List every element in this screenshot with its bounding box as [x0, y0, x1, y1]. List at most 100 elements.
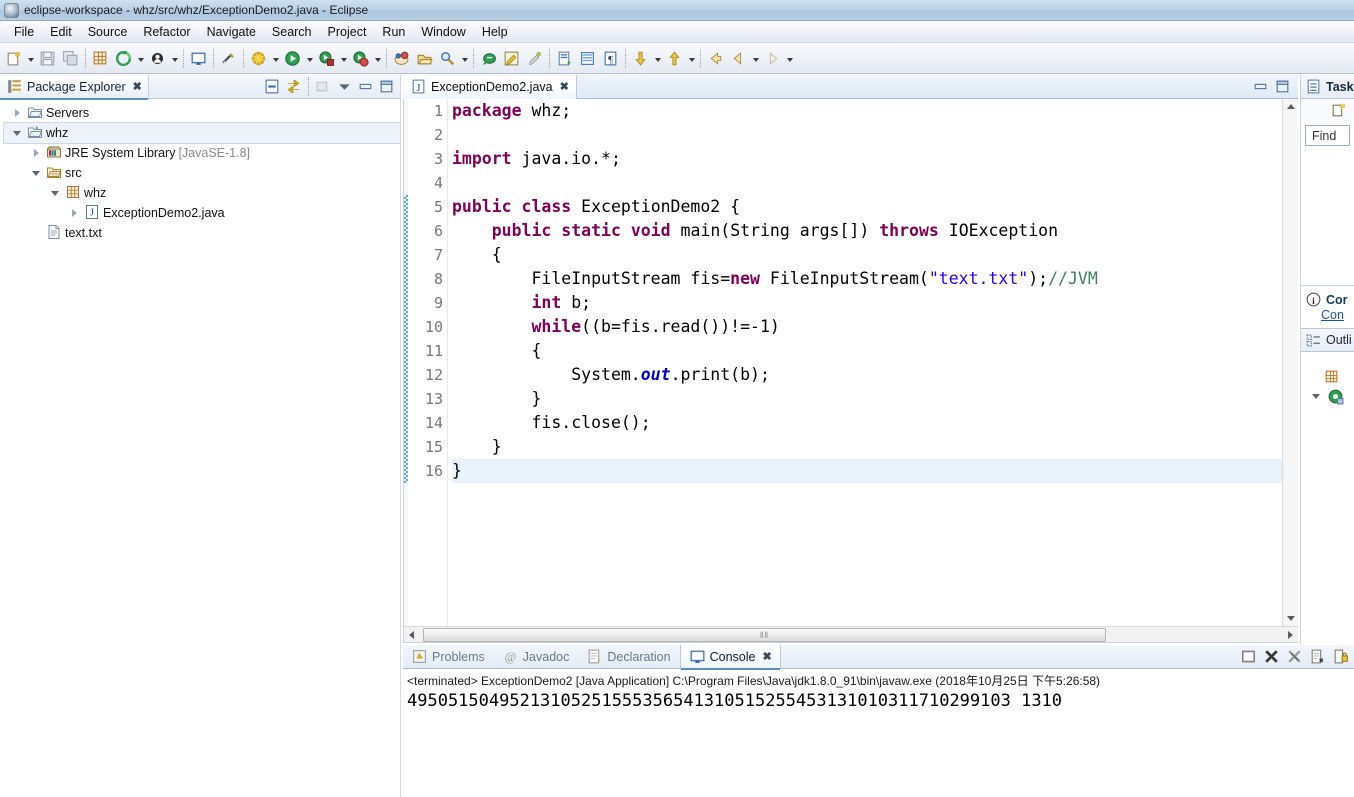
- chevron-down-icon[interactable]: [338, 47, 349, 70]
- tab-console[interactable]: Console ✖: [679, 644, 781, 670]
- menu-item-file[interactable]: File: [6, 23, 42, 41]
- chevron-right-icon[interactable]: [10, 105, 24, 121]
- chevron-down-icon[interactable]: [459, 47, 470, 70]
- chevron-down-icon[interactable]: [750, 47, 761, 70]
- chevron-down-icon[interactable]: [169, 47, 180, 70]
- skip-breakpoints-icon[interactable]: [146, 47, 169, 70]
- open-console-icon[interactable]: [187, 47, 210, 70]
- outline-row-class[interactable]: [1301, 386, 1354, 406]
- task-find-input[interactable]: Find: [1305, 125, 1350, 146]
- focus-on-active-task-icon[interactable]: [314, 77, 333, 96]
- menu-item-project[interactable]: Project: [320, 23, 375, 41]
- scroll-left-icon[interactable]: [404, 627, 419, 642]
- table-icon[interactable]: [576, 47, 599, 70]
- hscroll-track[interactable]: ‖‖: [419, 627, 1283, 642]
- run-icon[interactable]: [281, 47, 304, 70]
- tree-item-jre-system-library[interactable]: JRE System Library [JavaSE-1.8]: [4, 143, 400, 163]
- new-java-package-icon[interactable]: [89, 47, 112, 70]
- new-wizard-icon[interactable]: [2, 47, 25, 70]
- remove-all-terminated-icon[interactable]: [1285, 647, 1304, 666]
- open-type-icon[interactable]: [413, 47, 436, 70]
- search-icon[interactable]: [436, 47, 459, 70]
- chevron-right-icon[interactable]: [29, 145, 43, 161]
- editor-horizontal-scrollbar[interactable]: ‖‖: [404, 626, 1298, 642]
- new-xml-icon[interactable]: [553, 47, 576, 70]
- menu-item-search[interactable]: Search: [264, 23, 320, 41]
- code-text-area[interactable]: package whz; import java.io.*; public cl…: [452, 99, 1282, 626]
- previous-annotation-icon[interactable]: [663, 47, 686, 70]
- menu-item-navigate[interactable]: Navigate: [199, 23, 264, 41]
- tab-exceptiondemo2-java[interactable]: J ExceptionDemo2.java ✖: [403, 74, 577, 99]
- chevron-down-icon[interactable]: [25, 47, 36, 70]
- tree-item-whz[interactable]: whz: [3, 122, 401, 144]
- chevron-down-icon[interactable]: [270, 47, 281, 70]
- save-all-icon[interactable]: [59, 47, 82, 70]
- display-selected-console-icon[interactable]: [1239, 647, 1258, 666]
- link-with-editor-icon[interactable]: [284, 77, 303, 96]
- debug-icon[interactable]: [247, 47, 270, 70]
- chevron-down-icon[interactable]: [29, 165, 43, 181]
- new-task-icon[interactable]: [1329, 101, 1348, 120]
- open-task-icon[interactable]: [477, 47, 500, 70]
- task-list-header[interactable]: Task: [1301, 75, 1354, 99]
- chevron-down-icon[interactable]: [135, 47, 146, 70]
- coverage-icon[interactable]: [349, 47, 372, 70]
- menu-item-source[interactable]: Source: [80, 23, 136, 41]
- menu-item-window[interactable]: Window: [413, 23, 473, 41]
- chevron-down-icon[interactable]: [48, 185, 62, 201]
- back-icon[interactable]: [704, 47, 727, 70]
- terminate-icon[interactable]: [1262, 647, 1281, 666]
- minimize-icon[interactable]: [1251, 77, 1270, 96]
- scroll-right-icon[interactable]: [1283, 627, 1298, 642]
- chevron-down-icon[interactable]: [652, 47, 663, 70]
- menu-item-help[interactable]: Help: [474, 23, 516, 41]
- menu-item-refactor[interactable]: Refactor: [135, 23, 198, 41]
- tab-package-explorer[interactable]: Package Explorer ✖: [0, 74, 149, 100]
- maximize-icon[interactable]: [377, 77, 396, 96]
- close-icon[interactable]: ✖: [762, 650, 771, 663]
- build-all-icon[interactable]: [112, 47, 135, 70]
- connect-link[interactable]: Con: [1305, 308, 1354, 322]
- run-external-tools-icon[interactable]: [315, 47, 338, 70]
- console-output[interactable]: 4950515049521310525155535654131051525545…: [403, 691, 1354, 711]
- tab-problems[interactable]: Problems: [403, 645, 494, 669]
- tab-javadoc[interactable]: @ Javadoc: [494, 645, 579, 669]
- tree-item-exceptiondemo2-java[interactable]: J ExceptionDemo2.java: [4, 203, 400, 223]
- scroll-lock-icon[interactable]: [1331, 647, 1350, 666]
- new-java-project-icon[interactable]: [390, 47, 413, 70]
- next-annotation-icon[interactable]: [629, 47, 652, 70]
- close-icon[interactable]: ✖: [560, 80, 569, 93]
- chevron-down-icon[interactable]: [372, 47, 383, 70]
- tree-item-text-txt[interactable]: text.txt: [4, 223, 400, 243]
- tree-item-whz[interactable]: whz: [4, 183, 400, 203]
- chevron-down-icon[interactable]: [10, 125, 24, 141]
- editor-vertical-scrollbar[interactable]: [1282, 99, 1298, 626]
- menu-item-edit[interactable]: Edit: [42, 23, 80, 41]
- clear-console-icon[interactable]: [1308, 647, 1327, 666]
- paragraph-icon[interactable]: ¶: [599, 47, 622, 70]
- chevron-down-icon[interactable]: [304, 47, 315, 70]
- collapse-all-icon[interactable]: [263, 77, 282, 96]
- forward-history-icon[interactable]: [727, 47, 750, 70]
- chevron-down-icon[interactable]: [686, 47, 697, 70]
- maximize-icon[interactable]: [1273, 77, 1292, 96]
- save-icon[interactable]: [36, 47, 59, 70]
- forward-icon[interactable]: [761, 47, 784, 70]
- tree-item-servers[interactable]: Servers: [4, 103, 400, 123]
- hscroll-thumb[interactable]: ‖‖: [423, 627, 1106, 642]
- code-editor[interactable]: 1 2 3 4 5 6 7 8 9 10 11 12 13 14 15 16 package whz; imp…: [403, 99, 1298, 643]
- outline-row-package[interactable]: [1301, 366, 1354, 386]
- tab-declaration[interactable]: Declaration: [578, 645, 679, 669]
- minimize-icon[interactable]: [356, 77, 375, 96]
- outline-header[interactable]: Outli: [1301, 328, 1354, 352]
- pencil-highlight-icon[interactable]: [500, 47, 523, 70]
- tree-item-src[interactable]: src: [4, 163, 400, 183]
- chevron-right-icon[interactable]: [67, 205, 81, 221]
- chevron-down-icon[interactable]: [784, 47, 795, 70]
- view-menu-icon[interactable]: [335, 77, 354, 96]
- scroll-down-icon[interactable]: [1283, 611, 1298, 626]
- toggle-breakpoint-icon[interactable]: [217, 47, 240, 70]
- toggle-mark-occurrences-icon[interactable]: [523, 47, 546, 70]
- close-icon[interactable]: ✖: [133, 80, 142, 93]
- scroll-up-icon[interactable]: [1283, 99, 1298, 114]
